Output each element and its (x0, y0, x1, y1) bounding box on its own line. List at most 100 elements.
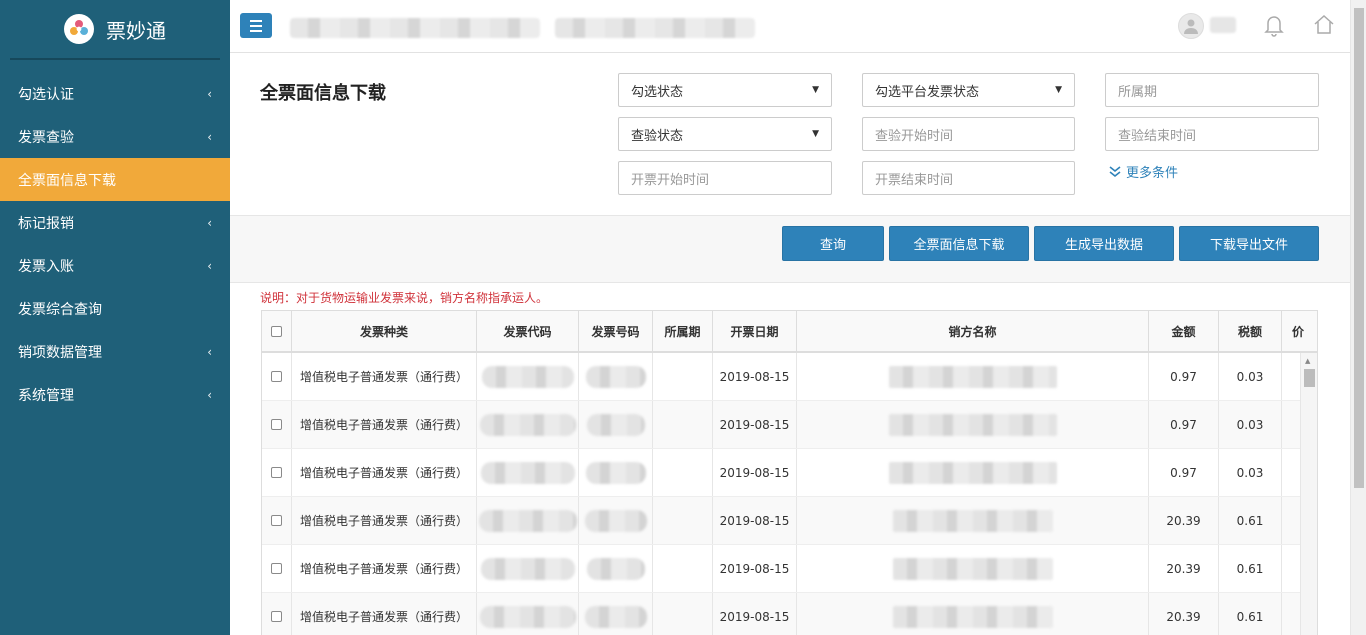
page-scrollbar[interactable] (1350, 0, 1366, 635)
redacted-seller-name (888, 365, 1057, 388)
row-select-cell (262, 449, 292, 496)
row-select-cell (262, 593, 292, 635)
sidebar-menu: 勾选认证 ‹ 发票查验 ‹ 全票面信息下载 标记报销 ‹ 发票入账 ‹ 发票综合查询 销项数据管理 ‹… (0, 72, 230, 416)
platform-status-select-value: 勾选平台发票状态 (875, 84, 980, 100)
cell-tax: 0.03 (1219, 353, 1282, 400)
redacted-invoice-number (585, 461, 646, 484)
home-icon[interactable] (1312, 12, 1336, 38)
select-all-checkbox[interactable] (271, 325, 282, 337)
sidebar-item-3[interactable]: 标记报销 ‹ (0, 201, 230, 244)
row-checkbox[interactable] (271, 419, 282, 430)
cell-seller (797, 545, 1149, 592)
sidebar-item-6[interactable]: 销项数据管理 ‹ (0, 330, 230, 373)
row-checkbox[interactable] (271, 515, 282, 526)
download-export-button[interactable]: 下载导出文件 (1179, 226, 1319, 261)
header-tax[interactable]: 税额 (1219, 311, 1282, 351)
sidebar-item-label: 发票查验 (18, 129, 74, 146)
sidebar-item-4[interactable]: 发票入账 ‹ (0, 244, 230, 287)
table-row[interactable]: 增值税电子普通发票（通行费） 2019-08-15 20.39 0.61 (262, 497, 1317, 545)
redacted-invoice-code (480, 461, 575, 484)
header-total[interactable]: 价 (1282, 311, 1317, 351)
row-select-cell (262, 545, 292, 592)
menu-toggle-button[interactable] (240, 13, 272, 38)
sidebar-item-0[interactable]: 勾选认证 ‹ (0, 72, 230, 115)
sidebar-item-7[interactable]: 系统管理 ‹ (0, 373, 230, 416)
table-row[interactable]: 增值税电子普通发票（通行费） 2019-08-15 0.97 0.03 (262, 401, 1317, 449)
cell-seller (797, 353, 1149, 400)
cell-seller (797, 497, 1149, 544)
scroll-up-icon[interactable]: ▲ (1305, 357, 1310, 365)
cell-tax: 0.61 (1219, 497, 1282, 544)
issue-start-input[interactable]: 开票开始时间 (618, 161, 832, 195)
sidebar-item-1[interactable]: 发票查验 ‹ (0, 115, 230, 158)
sidebar-item-5[interactable]: 发票综合查询 (0, 287, 230, 330)
check-status-select[interactable]: 勾选状态 ▼ (618, 73, 832, 107)
check-status-select-value: 勾选状态 (631, 84, 684, 100)
redacted-invoice-code (479, 605, 576, 628)
header-date[interactable]: 开票日期 (713, 311, 797, 351)
chevron-left-icon: ‹ (207, 344, 212, 359)
redacted-user-name (1210, 17, 1236, 33)
table-row[interactable]: 增值税电子普通发票（通行费） 2019-08-15 20.39 0.61 (262, 545, 1317, 593)
table-row[interactable]: 增值税电子普通发票（通行费） 2019-08-15 0.97 0.03 (262, 353, 1317, 401)
header-type[interactable]: 发票种类 (292, 311, 477, 351)
verify-start-placeholder: 查验开始时间 (875, 128, 954, 144)
user-avatar[interactable] (1178, 13, 1204, 39)
header-number[interactable]: 发票号码 (579, 311, 653, 351)
table-row[interactable]: 增值税电子普通发票（通行费） 2019-08-15 0.97 0.03 (262, 449, 1317, 497)
row-checkbox[interactable] (271, 467, 282, 478)
verify-end-input[interactable]: 查验结束时间 (1105, 117, 1319, 151)
sidebar-item-label: 销项数据管理 (18, 344, 102, 361)
row-checkbox[interactable] (271, 371, 282, 382)
bell-icon[interactable] (1262, 12, 1286, 38)
generate-export-button[interactable]: 生成导出数据 (1034, 226, 1174, 261)
row-checkbox[interactable] (271, 563, 282, 574)
header-code[interactable]: 发票代码 (477, 311, 579, 351)
select-all-cell (262, 311, 292, 351)
topbar (230, 0, 1350, 53)
cell-code (477, 593, 579, 635)
redacted-seller-name (892, 509, 1053, 532)
brand-logo-icon (64, 14, 94, 44)
cell-amount: 0.97 (1149, 353, 1219, 400)
redacted-invoice-number (586, 557, 645, 580)
cell-number (579, 497, 653, 544)
redacted-invoice-number (584, 605, 647, 628)
table-header: 发票种类 发票代码 发票号码 所属期 开票日期 销方名称 金额 税额 价 (262, 311, 1317, 353)
cell-date: 2019-08-15 (713, 593, 797, 635)
cell-period (653, 545, 713, 592)
cell-type: 增值税电子普通发票（通行费） (292, 593, 477, 635)
download-all-button[interactable]: 全票面信息下载 (889, 226, 1029, 261)
redacted-invoice-code (478, 509, 577, 532)
period-input[interactable]: 所属期 (1105, 73, 1319, 107)
issue-end-input[interactable]: 开票结束时间 (862, 161, 1075, 195)
cell-number (579, 593, 653, 635)
redacted-tax-id (555, 18, 755, 38)
query-button[interactable]: 查询 (782, 226, 884, 261)
cell-type: 增值税电子普通发票（通行费） (292, 449, 477, 496)
brand-name: 票妙通 (106, 18, 166, 43)
sidebar-item-2[interactable]: 全票面信息下载 (0, 158, 230, 201)
verify-status-select[interactable]: 查验状态 ▼ (618, 117, 832, 151)
cell-number (579, 353, 653, 400)
cell-period (653, 449, 713, 496)
brand: 票妙通 (10, 0, 220, 60)
cell-type: 增值税电子普通发票（通行费） (292, 401, 477, 448)
table-row[interactable]: 增值税电子普通发票（通行费） 2019-08-15 20.39 0.61 (262, 593, 1317, 635)
table-scrollbar-thumb[interactable] (1304, 369, 1315, 387)
redacted-seller-name (888, 461, 1057, 484)
platform-status-select[interactable]: 勾选平台发票状态 ▼ (862, 73, 1075, 107)
redacted-invoice-code (480, 557, 575, 580)
row-select-cell (262, 401, 292, 448)
cell-date: 2019-08-15 (713, 497, 797, 544)
header-amount[interactable]: 金额 (1149, 311, 1219, 351)
more-conditions-link[interactable]: 更多条件 (1108, 162, 1178, 181)
table-body: 增值税电子普通发票（通行费） 2019-08-15 0.97 0.03 增值税电子普通发… (262, 353, 1317, 635)
table-scrollbar[interactable]: ▲ (1300, 353, 1317, 635)
header-period[interactable]: 所属期 (653, 311, 713, 351)
row-checkbox[interactable] (271, 611, 282, 622)
page-scrollbar-thumb[interactable] (1354, 8, 1364, 488)
filter-panel: 全票面信息下载 勾选状态 ▼ 勾选平台发票状态 ▼ 所属期 查验状态 ▼ 查验开… (230, 53, 1350, 216)
verify-start-input[interactable]: 查验开始时间 (862, 117, 1075, 151)
header-seller[interactable]: 销方名称 (797, 311, 1149, 351)
